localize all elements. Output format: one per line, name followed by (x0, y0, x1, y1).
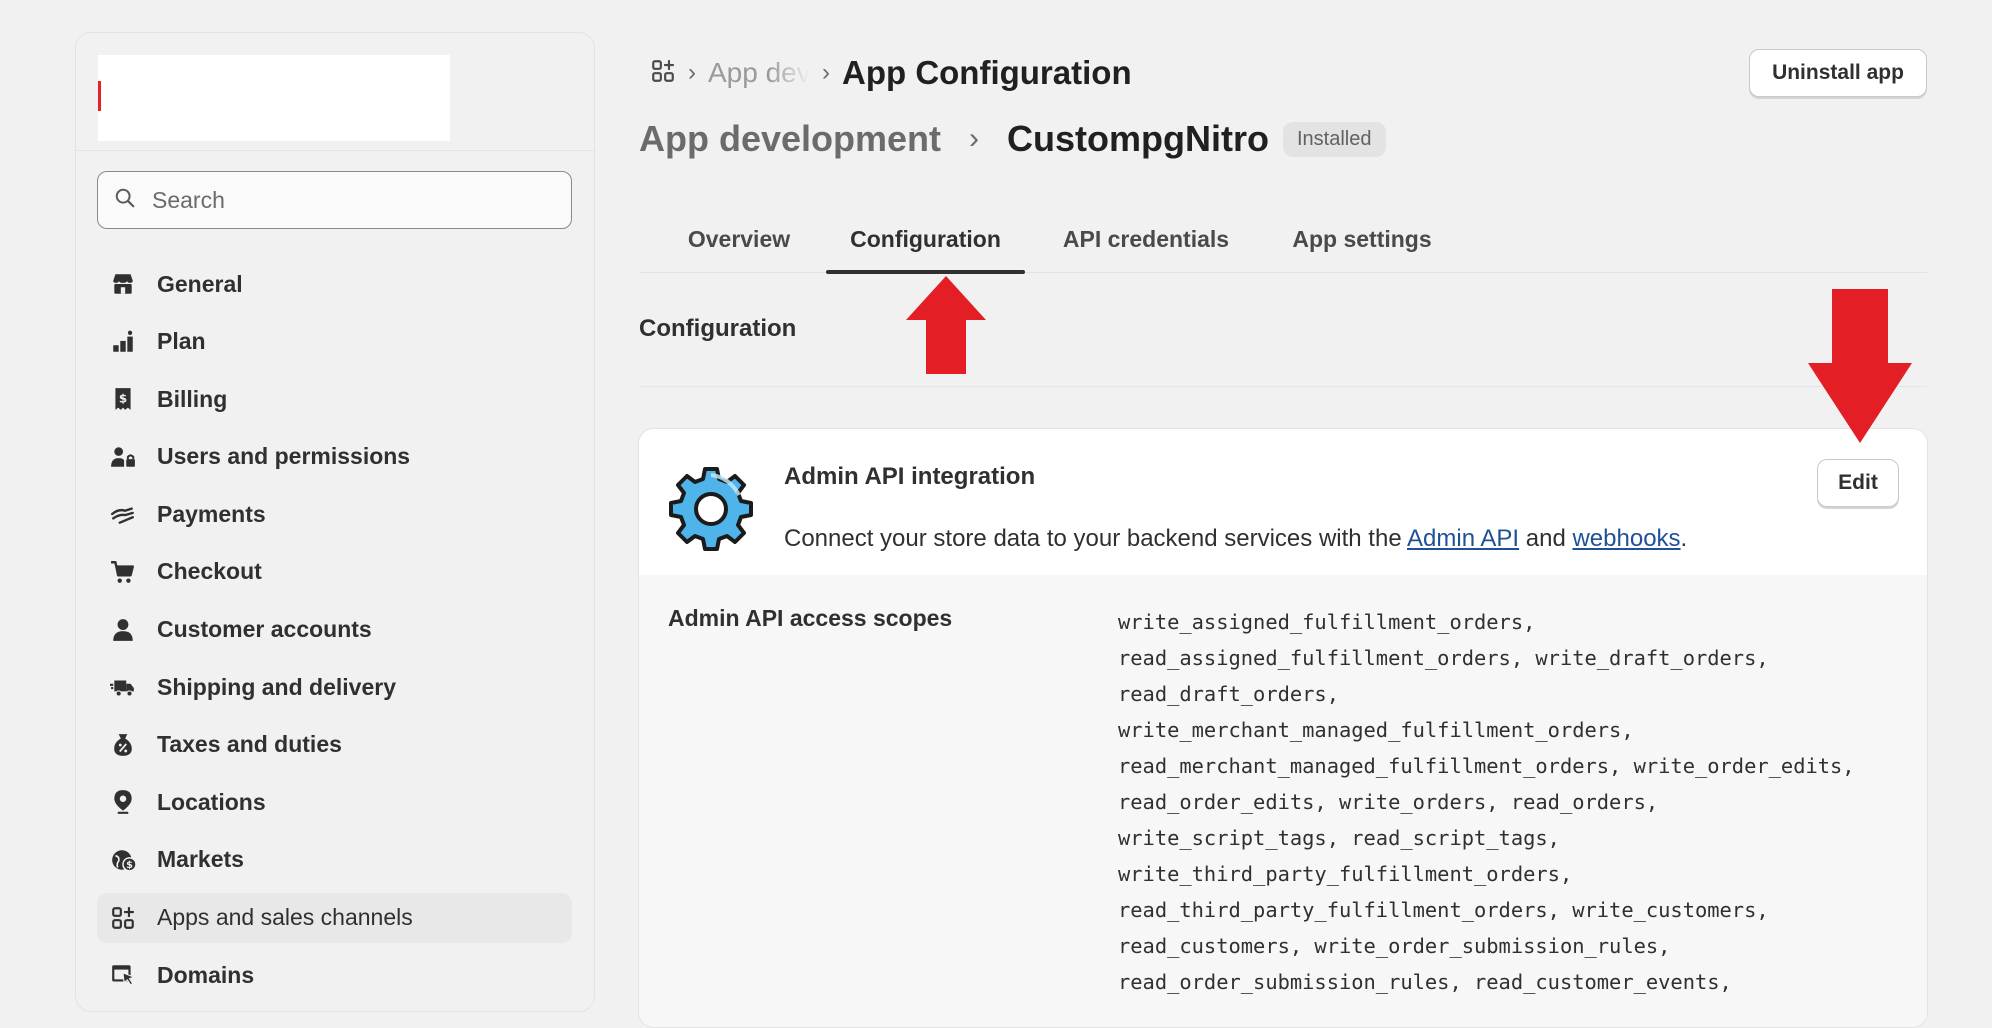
sidebar-item-locations[interactable]: Locations (97, 777, 572, 827)
users-icon (109, 443, 137, 471)
sidebar-item-label: Checkout (157, 558, 262, 585)
sidebar-item-checkout[interactable]: Checkout (97, 547, 572, 597)
chevron-right-icon: › (969, 122, 980, 155)
webhooks-link[interactable]: webhooks (1572, 525, 1680, 552)
scopes-list: write_assigned_fulfillment_orders, read_… (1118, 610, 1855, 994)
scopes-label: Admin API access scopes (668, 605, 953, 631)
sidebar-item-shipping[interactable]: Shipping and delivery (97, 662, 572, 712)
annotation-arrow-up-icon (906, 276, 986, 374)
sidebar-item-label: Users and permissions (157, 443, 411, 470)
admin-api-link[interactable]: Admin API (1407, 525, 1519, 552)
status-badge: Installed (1283, 121, 1386, 157)
settings-nav: General Plan $ Billing Users and permiss… (97, 259, 572, 1008)
tab-app-settings[interactable]: App settings (1288, 205, 1436, 273)
search-input[interactable] (150, 185, 550, 215)
logo-mark (98, 81, 101, 111)
person-icon (109, 616, 137, 644)
breadcrumb-parent-link[interactable]: App dev (708, 57, 810, 89)
billing-icon: $ (109, 385, 137, 413)
sidebar-item-taxes[interactable]: Taxes and duties (97, 720, 572, 770)
chevron-right-icon: › (688, 59, 696, 86)
globe-icon: $ (109, 846, 137, 874)
sidebar-item-label: Apps and sales channels (157, 904, 413, 931)
settings-sidebar: General Plan $ Billing Users and permiss… (75, 32, 595, 1012)
uninstall-app-button[interactable]: Uninstall app (1749, 49, 1927, 97)
svg-text:$: $ (126, 860, 133, 871)
sidebar-item-label: Payments (157, 500, 266, 527)
sidebar-item-general[interactable]: General (97, 259, 572, 309)
location-pin-icon (109, 788, 137, 816)
truck-icon (109, 673, 137, 701)
admin-api-card: Admin API integration Connect your store… (638, 428, 1928, 1028)
sidebar-item-label: Domains (157, 961, 255, 988)
domains-icon (109, 961, 137, 989)
sidebar-item-label: Locations (157, 788, 266, 815)
app-tabs: Overview Configuration API credentials A… (639, 205, 1927, 274)
card-header: Admin API integration Connect your store… (639, 429, 1927, 575)
sidebar-item-plan[interactable]: Plan (97, 317, 572, 367)
tab-configuration[interactable]: Configuration (826, 205, 1025, 274)
sidebar-divider (76, 150, 594, 151)
chevron-right-icon: › (822, 59, 830, 86)
payments-icon (109, 500, 137, 528)
apps-icon[interactable] (650, 58, 676, 89)
search-field[interactable] (97, 171, 572, 229)
sidebar-item-label: Taxes and duties (157, 731, 342, 758)
breadcrumb-current: App Configuration (842, 54, 1132, 91)
description-text: . (1680, 525, 1688, 552)
svg-text:$: $ (119, 391, 127, 405)
store-icon (109, 270, 137, 298)
section-title: Configuration (639, 315, 797, 342)
sidebar-item-apps[interactable]: Apps and sales channels (97, 892, 572, 943)
cart-icon (109, 558, 137, 586)
apps-icon (109, 904, 137, 932)
gear-icon (669, 467, 753, 551)
sidebar-item-label: Customer accounts (157, 616, 372, 643)
sidebar-item-customer-accounts[interactable]: Customer accounts (97, 605, 572, 655)
sidebar-item-label: Markets (157, 846, 244, 873)
sidebar-item-billing[interactable]: $ Billing (97, 374, 572, 424)
sidebar-item-markets[interactable]: $ Markets (97, 835, 572, 885)
description-text: and (1519, 525, 1573, 552)
sidebar-item-label: Plan (157, 328, 206, 355)
sidebar-item-payments[interactable]: Payments (97, 489, 572, 539)
tab-api-credentials[interactable]: API credentials (1060, 205, 1232, 273)
edit-button[interactable]: Edit (1817, 459, 1899, 507)
app-name: CustompgNitro (1007, 118, 1269, 159)
card-description: Connect your store data to your backend … (784, 525, 1687, 553)
tax-icon (109, 731, 137, 759)
annotation-arrow-down-icon (1808, 289, 1912, 443)
sidebar-item-domains[interactable]: Domains (97, 950, 572, 1000)
tab-overview[interactable]: Overview (682, 205, 796, 273)
card-body: Admin API access scopes write_assigned_f… (639, 575, 1927, 1027)
search-icon (114, 187, 136, 214)
breadcrumb: › App dev › App Configuration (650, 48, 1132, 98)
sidebar-item-label: General (157, 270, 243, 297)
title-parent-link[interactable]: App development (639, 118, 941, 160)
sidebar-item-label: Shipping and delivery (157, 673, 396, 700)
description-text: Connect your store data to your backend … (784, 525, 1408, 552)
sidebar-item-label: Billing (157, 385, 228, 412)
store-logo (98, 55, 450, 141)
card-title: Admin API integration (784, 463, 1036, 490)
plan-icon (109, 328, 137, 356)
page-title: App development › CustompgNitro Installe… (639, 112, 1386, 166)
section-divider (639, 386, 1927, 387)
sidebar-item-users[interactable]: Users and permissions (97, 432, 572, 482)
